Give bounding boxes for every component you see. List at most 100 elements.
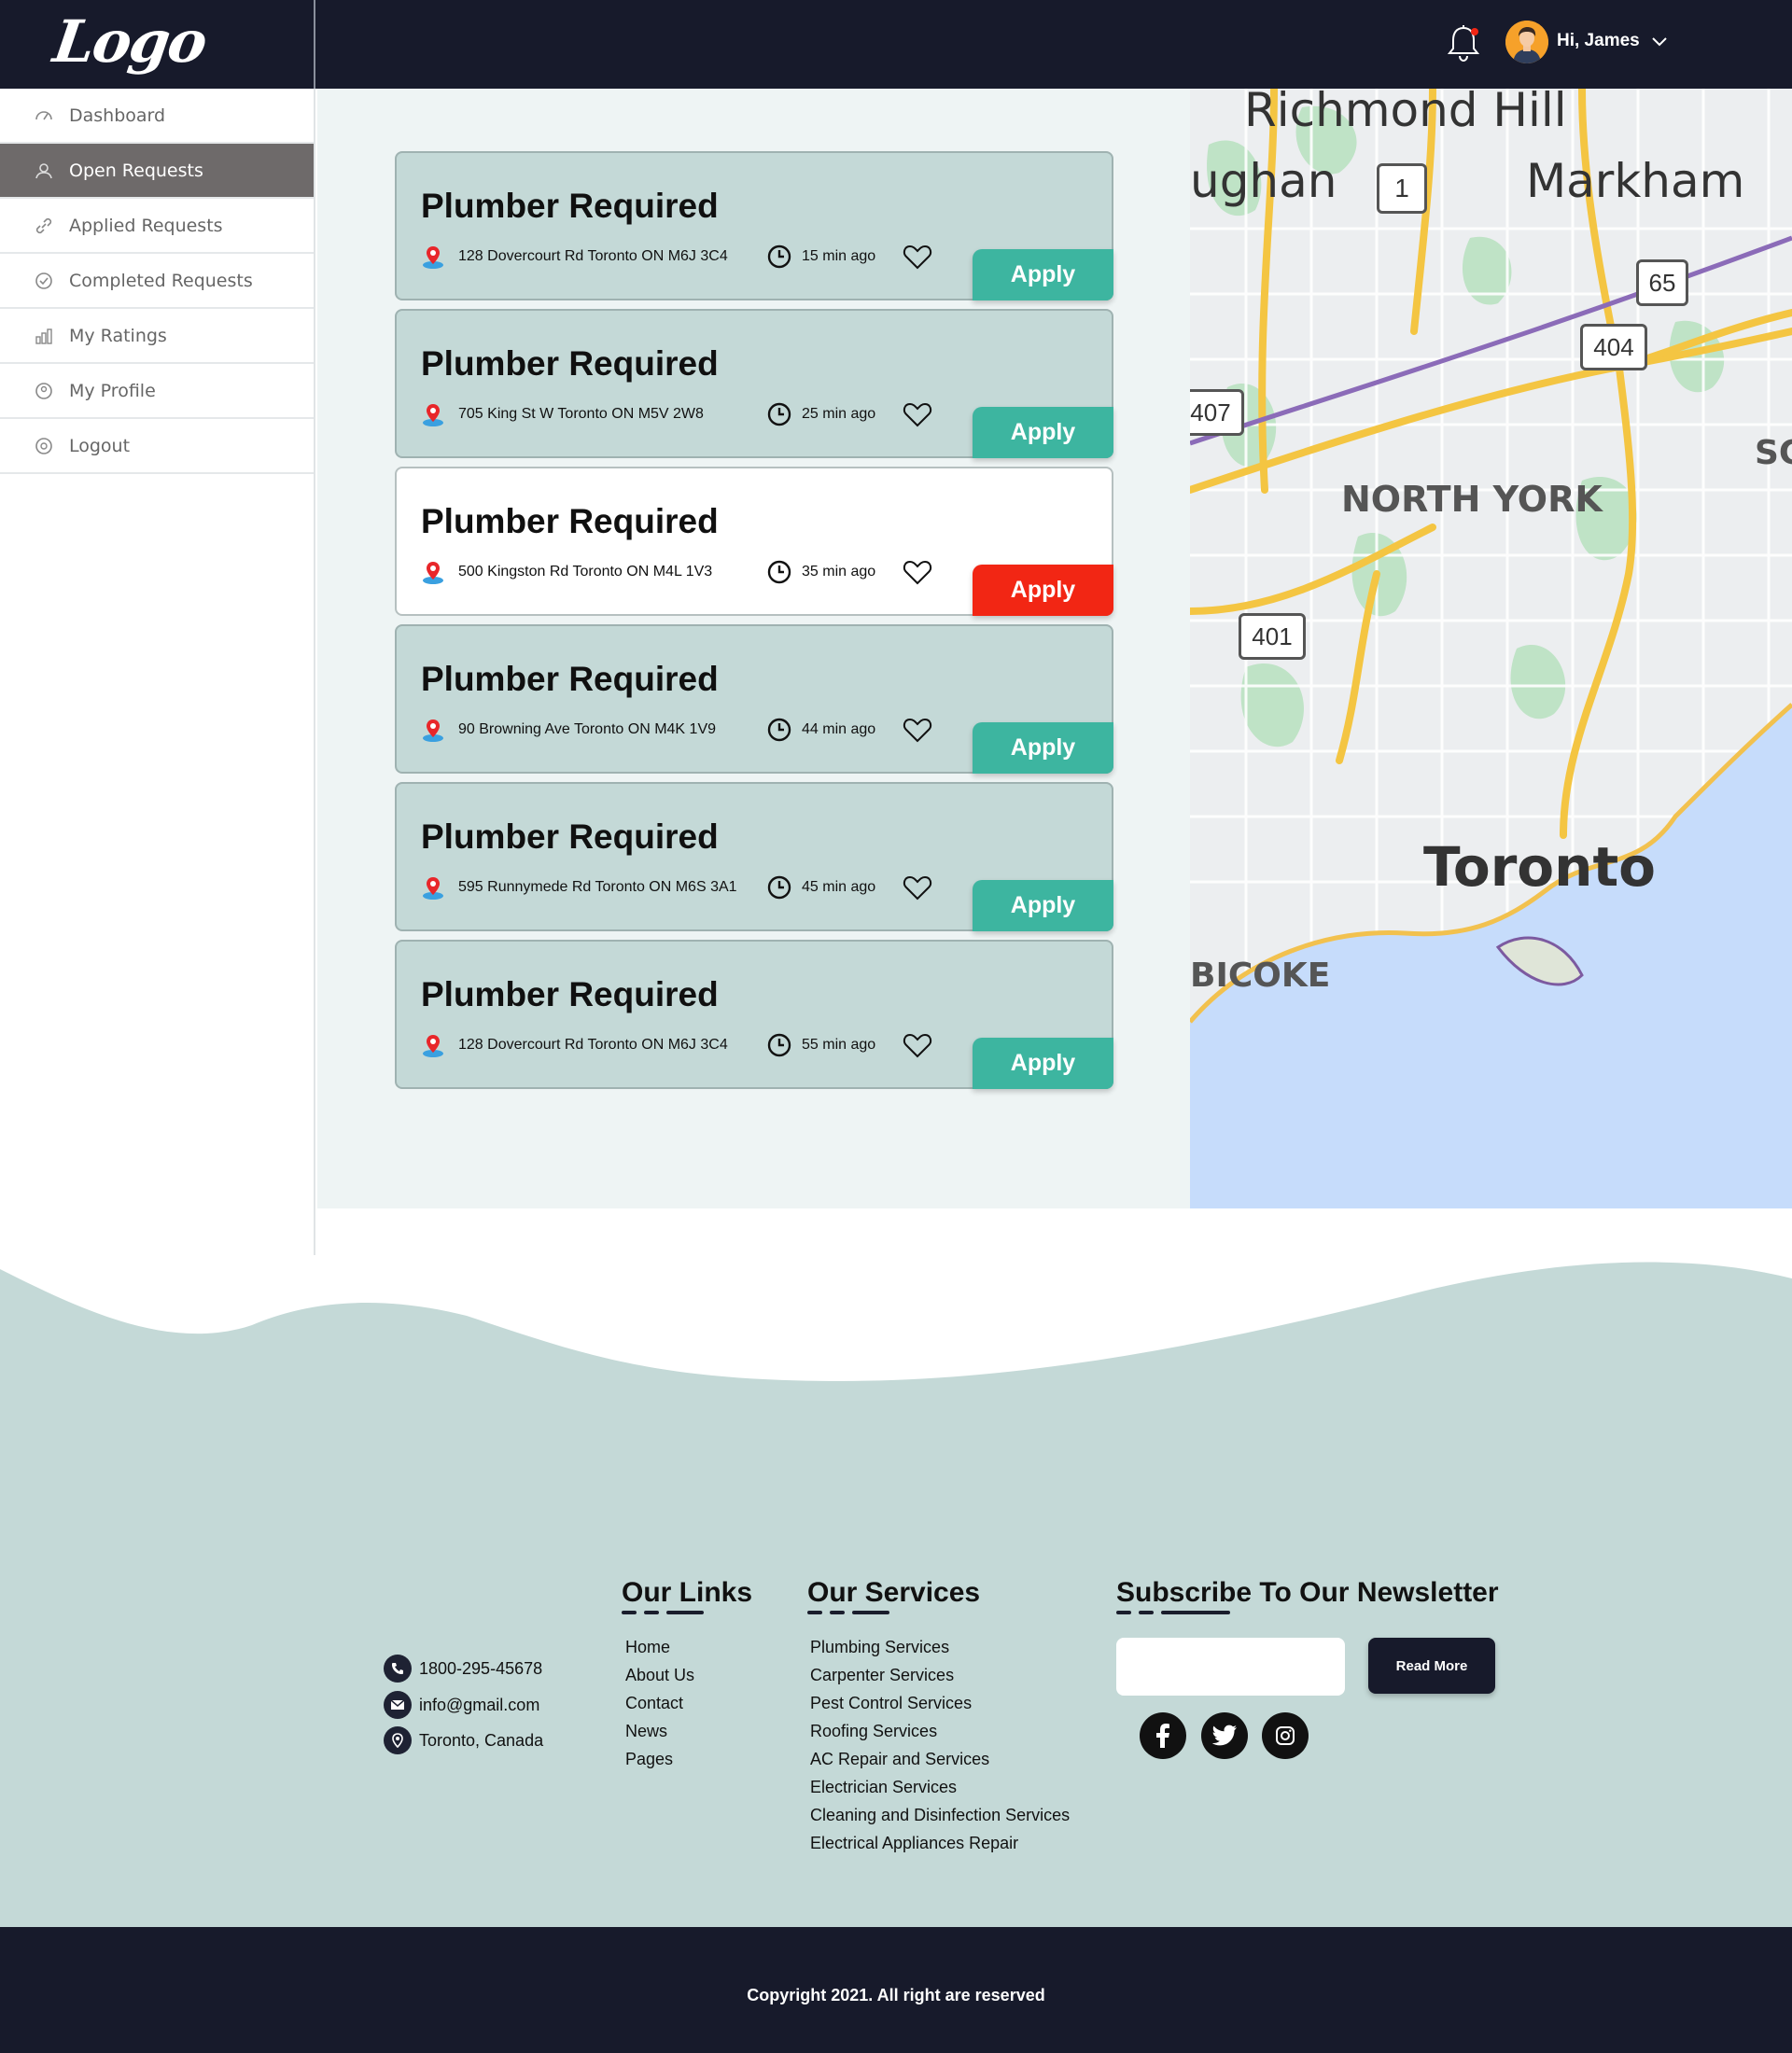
sidebar: Dashboard Open Requests Applied Requests…: [0, 89, 315, 1255]
footer-link-about-us[interactable]: About Us: [625, 1661, 694, 1689]
sidebar-item-applied-requests[interactable]: Applied Requests: [0, 199, 314, 254]
sidebar-item-logout[interactable]: Logout: [0, 419, 314, 474]
footer-service-item[interactable]: Electrical Appliances Repair: [810, 1829, 1070, 1857]
map-pin-icon: [384, 1726, 412, 1754]
contact-email[interactable]: info@gmail.com: [384, 1691, 539, 1719]
footer-link-pages[interactable]: Pages: [625, 1745, 694, 1773]
request-address: 500 Kingston Rd Toronto ON M4L 1V3: [458, 564, 713, 580]
logout-icon: [35, 437, 52, 454]
check-icon: [35, 272, 52, 289]
sidebar-item-label: Open Requests: [69, 160, 203, 181]
clock-icon: [767, 875, 791, 900]
highway-shield-65: 65: [1636, 259, 1688, 306]
logo[interactable]: Logo: [49, 7, 210, 76]
read-more-button[interactable]: Read More: [1368, 1638, 1495, 1694]
dashboard-icon: [35, 110, 52, 119]
sidebar-item-label: Applied Requests: [69, 215, 223, 236]
apply-button[interactable]: Apply: [973, 249, 1113, 300]
footer-service-item[interactable]: Carpenter Services: [810, 1661, 1070, 1689]
footer-service-item[interactable]: Roofing Services: [810, 1717, 1070, 1745]
contact-phone[interactable]: 1800-295-45678: [384, 1655, 542, 1683]
twitter-icon[interactable]: [1201, 1712, 1248, 1759]
apply-button[interactable]: Apply: [973, 722, 1113, 774]
request-address: 128 Dovercourt Rd Toronto ON M6J 3C4: [458, 1037, 728, 1053]
sidebar-item-label: Dashboard: [69, 105, 166, 126]
sidebar-item-label: Completed Requests: [69, 270, 253, 291]
map-label-markham: Markham: [1526, 154, 1745, 208]
request-card: Plumber Required 128 Dovercourt Rd Toron…: [395, 151, 1113, 300]
footer-service-item[interactable]: Cleaning and Disinfection Services: [810, 1801, 1070, 1829]
apply-button[interactable]: Apply: [973, 880, 1113, 931]
sidebar-item-my-ratings[interactable]: My Ratings: [0, 309, 314, 364]
sidebar-item-dashboard[interactable]: Dashboard: [0, 89, 314, 144]
ratings-icon: [35, 328, 52, 344]
footer-services-heading: Our Services: [807, 1577, 981, 1608]
apply-button[interactable]: Apply: [973, 1038, 1113, 1089]
heart-icon[interactable]: [903, 558, 932, 586]
location-pin-icon: [423, 562, 443, 584]
request-title: Plumber Required: [421, 975, 719, 1013]
clock-icon: [767, 718, 791, 742]
request-card-highlighted: Plumber Required 500 Kingston Rd Toronto…: [395, 467, 1113, 616]
sidebar-item-my-profile[interactable]: My Profile: [0, 364, 314, 419]
sidebar-item-completed-requests[interactable]: Completed Requests: [0, 254, 314, 309]
footer-services-list: Plumbing Services Carpenter Services Pes…: [810, 1633, 1070, 1857]
notification-bell-icon[interactable]: [1443, 22, 1484, 63]
contact-email-text: info@gmail.com: [419, 1695, 540, 1714]
footer-links-list: Home About Us Contact News Pages: [625, 1633, 694, 1773]
clock-icon: [767, 1033, 791, 1057]
contact-location: Toronto, Canada: [384, 1726, 543, 1754]
request-card: Plumber Required 705 King St W Toronto O…: [395, 309, 1113, 458]
logo-area: Logo: [0, 0, 315, 89]
request-title: Plumber Required: [421, 817, 719, 856]
profile-icon: [35, 382, 52, 399]
facebook-icon[interactable]: [1140, 1712, 1186, 1759]
request-time: 45 min ago: [802, 879, 876, 895]
sidebar-item-label: Logout: [69, 435, 131, 456]
map-label-etobicoke: BICOKE: [1190, 957, 1331, 995]
footer-link-home[interactable]: Home: [625, 1633, 694, 1661]
copyright-text: Copyright 2021. All right are reserved: [747, 1986, 1045, 2004]
apply-button[interactable]: Apply: [973, 407, 1113, 458]
request-time: 15 min ago: [802, 248, 876, 264]
sidebar-item-label: My Profile: [69, 380, 156, 401]
copyright-bar: Copyright 2021. All right are reserved: [0, 1927, 1792, 2053]
request-card: Plumber Required 128 Dovercourt Rd Toron…: [395, 940, 1113, 1089]
request-time: 35 min ago: [802, 564, 876, 580]
request-title: Plumber Required: [421, 344, 719, 383]
map-label-richmond-hill: Richmond Hill: [1244, 89, 1567, 137]
footer-service-item[interactable]: AC Repair and Services: [810, 1745, 1070, 1773]
request-address: 90 Browning Ave Toronto ON M4K 1V9: [458, 721, 717, 737]
heart-icon[interactable]: [903, 243, 932, 271]
location-pin-icon: [423, 877, 443, 900]
request-time: 25 min ago: [802, 406, 876, 422]
footer-service-item[interactable]: Plumbing Services: [810, 1633, 1070, 1661]
avatar[interactable]: [1505, 21, 1548, 63]
heart-icon[interactable]: [903, 1031, 932, 1059]
request-address: 705 King St W Toronto ON M5V 2W8: [458, 406, 704, 422]
links-underline: [622, 1611, 734, 1615]
instagram-icon[interactable]: [1262, 1712, 1309, 1759]
request-title: Plumber Required: [421, 660, 719, 698]
requests-icon: [35, 162, 52, 178]
user-greeting[interactable]: Hi, James: [1557, 31, 1640, 51]
request-address: 595 Runnymede Rd Toronto ON M6S 3A1: [458, 879, 737, 895]
footer-service-item[interactable]: Electrician Services: [810, 1773, 1070, 1801]
top-header: Logo Hi, James: [0, 0, 1792, 89]
sidebar-item-open-requests[interactable]: Open Requests: [0, 144, 314, 199]
footer-link-contact[interactable]: Contact: [625, 1689, 694, 1717]
footer-wave: [0, 1262, 1792, 1390]
request-title: Plumber Required: [421, 502, 719, 540]
user-avatar-icon: [1505, 21, 1548, 63]
newsletter-email-input[interactable]: [1116, 1638, 1345, 1696]
footer-service-item[interactable]: Pest Control Services: [810, 1689, 1070, 1717]
footer-link-news[interactable]: News: [625, 1717, 694, 1745]
apply-button[interactable]: Apply: [973, 565, 1113, 616]
heart-icon[interactable]: [903, 873, 932, 901]
heart-icon[interactable]: [903, 400, 932, 428]
map-view[interactable]: Richmond Hill ughan Markham NORTH YORK T…: [1190, 89, 1792, 1208]
phone-icon: [384, 1655, 412, 1683]
chevron-down-icon[interactable]: [1650, 32, 1669, 50]
map-label-north-york: NORTH YORK: [1341, 479, 1603, 520]
heart-icon[interactable]: [903, 716, 932, 744]
